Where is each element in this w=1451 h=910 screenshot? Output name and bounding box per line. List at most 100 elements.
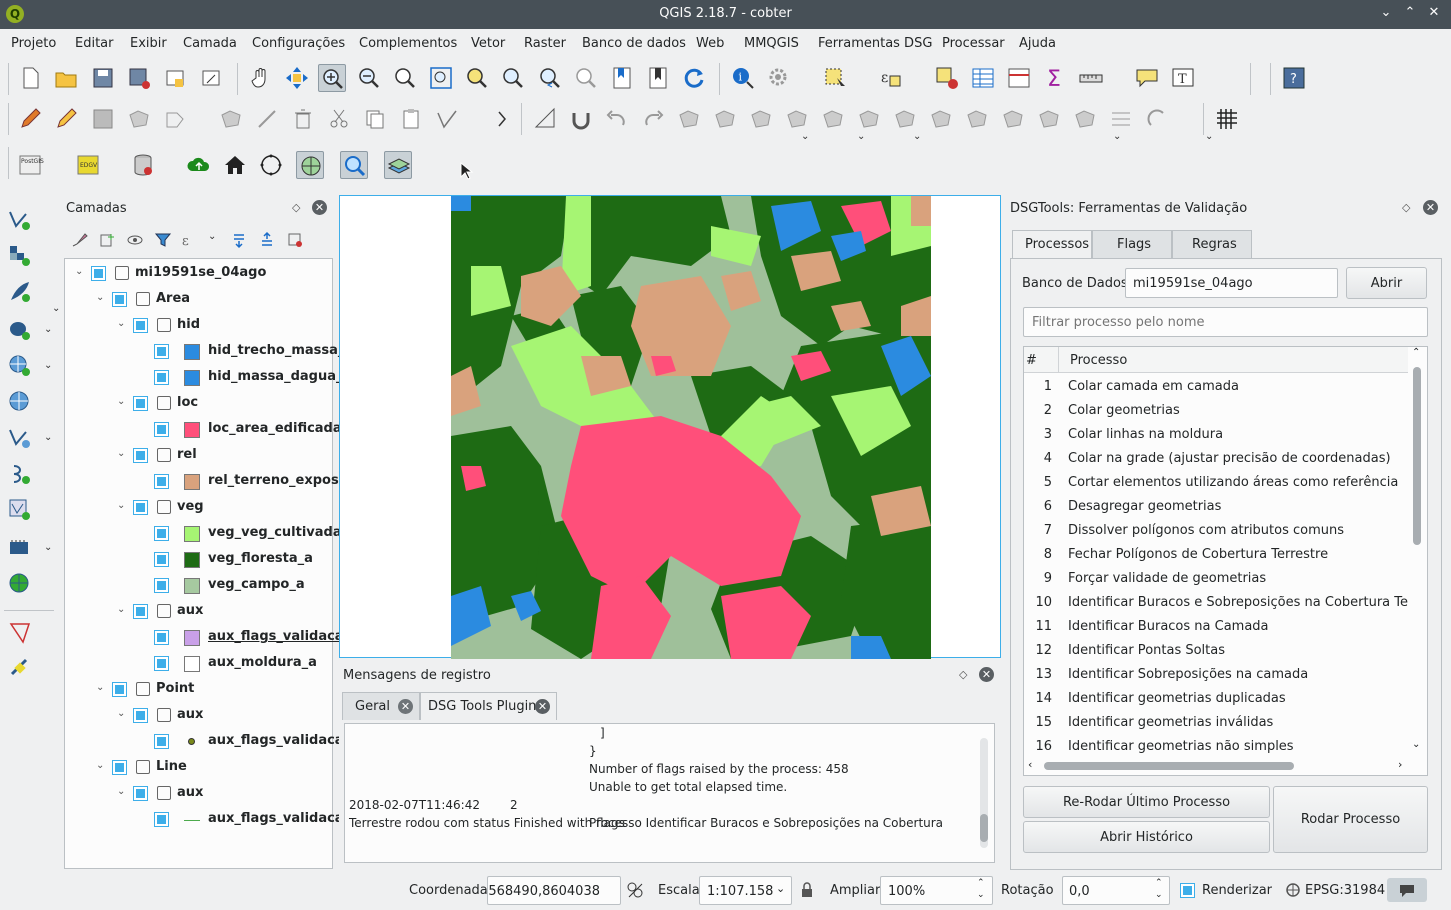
process-row[interactable]: 12 Identificar Pontas Soltas xyxy=(1024,639,1409,663)
add-group-icon[interactable] xyxy=(98,231,116,249)
layer-visibility-checkbox[interactable] xyxy=(154,656,169,671)
layer-visibility-checkbox[interactable] xyxy=(154,526,169,541)
zoom-in-button[interactable] xyxy=(318,64,346,92)
add-wms-button[interactable] xyxy=(6,352,34,380)
layer-group-row[interactable]: ⌄ loc xyxy=(65,391,332,417)
close-panel-button[interactable]: ✕ xyxy=(979,667,994,682)
process-hscroll[interactable]: ‹ › xyxy=(1028,758,1408,773)
add-spatialite-button[interactable] xyxy=(6,278,34,306)
process-row[interactable]: 2 Colar geometrias xyxy=(1024,399,1409,423)
select-by-expression-button[interactable]: ε xyxy=(877,64,905,92)
process-row[interactable]: 16 Identificar geometrias não simples xyxy=(1024,735,1409,759)
menu-ajuda[interactable]: Ajuda xyxy=(1019,36,1056,51)
process-vscroll[interactable]: ⌃ ⌄ xyxy=(1410,347,1424,755)
save-project-button[interactable] xyxy=(89,64,117,92)
layer-visibility-checkbox[interactable] xyxy=(154,552,169,567)
menu-vetor[interactable]: Vetor xyxy=(471,36,505,51)
spin-up-icon[interactable]: ⌃ xyxy=(1155,878,1163,888)
layer-group-row[interactable]: ⌄ aux xyxy=(65,599,332,625)
add-gps-button[interactable] xyxy=(6,534,34,562)
zoom-full-button[interactable] xyxy=(427,64,455,92)
toggle-editing-button[interactable] xyxy=(52,105,80,133)
zoom-native-button[interactable] xyxy=(391,64,419,92)
move-feature-button[interactable] xyxy=(161,105,189,133)
add-virtual-layer-button[interactable] xyxy=(6,496,34,524)
pan-map-button[interactable] xyxy=(247,64,275,92)
layers-tool-button[interactable] xyxy=(384,151,412,179)
snapping-button[interactable] xyxy=(567,105,595,133)
layer-row[interactable]: hid_trecho_massa_... xyxy=(65,339,359,365)
layer-visibility-checkbox[interactable] xyxy=(154,630,169,645)
layer-visibility-checkbox[interactable] xyxy=(133,708,148,723)
rotation-spinbox[interactable]: 0,0 ⌃ ⌄ xyxy=(1062,876,1170,905)
layer-group-row[interactable]: ⌄ mi19591se_04ago xyxy=(65,261,332,287)
remove-layer-icon[interactable] xyxy=(286,231,304,249)
log-scroll-thumb[interactable] xyxy=(980,814,988,842)
spin-down-icon[interactable]: ⌄ xyxy=(1155,890,1163,900)
expand-all-icon[interactable] xyxy=(230,231,248,249)
new-project-button[interactable] xyxy=(16,64,44,92)
process-vscroll-thumb[interactable] xyxy=(1413,367,1421,545)
layer-row[interactable]: veg_campo_a xyxy=(65,573,332,599)
menu-mmqgis[interactable]: MMQGIS xyxy=(744,36,799,51)
circle-tool-button[interactable] xyxy=(257,151,285,179)
redo-button[interactable] xyxy=(639,105,667,133)
zoom-out-button[interactable] xyxy=(355,64,383,92)
layer-visibility-checkbox[interactable] xyxy=(112,682,127,697)
header-num[interactable]: # xyxy=(1026,353,1037,368)
layer-visibility-checkbox[interactable] xyxy=(154,344,169,359)
add-wcs-button[interactable] xyxy=(6,388,34,416)
chevron-down-icon[interactable]: ⌄ xyxy=(117,604,125,615)
header-processo[interactable]: Processo xyxy=(1070,353,1127,368)
layer-group-row[interactable]: ⌄ Point xyxy=(65,677,332,703)
rotate-point-symbols-button[interactable] xyxy=(1107,105,1135,133)
toggle-coordinate-icon[interactable] xyxy=(626,881,644,899)
chevron-down-icon[interactable]: ⌄ xyxy=(44,324,52,335)
postgis-button[interactable]: PostGIS xyxy=(16,151,44,179)
delete-ring-button[interactable] xyxy=(819,105,847,133)
refresh-button[interactable] xyxy=(680,64,708,92)
float-panel-icon[interactable]: ◇ xyxy=(292,201,300,214)
zoom-spinbox[interactable]: 100% ⌃ ⌄ xyxy=(880,876,993,905)
copy-features-button[interactable] xyxy=(361,105,389,133)
menu-raster[interactable]: Raster xyxy=(524,36,566,51)
layer-visibility-checkbox[interactable] xyxy=(133,396,148,411)
menu-projeto[interactable]: Projeto xyxy=(11,36,56,51)
log-scrollbar[interactable] xyxy=(980,738,988,848)
edgv-button[interactable]: EDGV xyxy=(74,151,102,179)
rotate-point-button[interactable] xyxy=(253,105,281,133)
crs-label[interactable]: EPSG:31984 xyxy=(1305,883,1385,898)
delete-selected-button[interactable] xyxy=(289,105,317,133)
add-wfs-button[interactable] xyxy=(6,424,34,452)
chevron-down-icon[interactable]: ⌄ xyxy=(44,360,52,371)
menu-editar[interactable]: Editar xyxy=(75,36,114,51)
layer-group-row[interactable]: ⌄ aux xyxy=(65,703,332,729)
scroll-left-icon[interactable]: ‹ xyxy=(1028,758,1032,771)
add-feature-button[interactable] xyxy=(125,105,153,133)
paste-features-button[interactable] xyxy=(397,105,425,133)
chevron-down-icon[interactable]: ⌄ xyxy=(117,448,125,459)
scale-combo[interactable]: 1:107.158 ⌄ xyxy=(699,876,792,905)
field-calculator-button[interactable] xyxy=(1005,64,1033,92)
add-delimited-text-button[interactable] xyxy=(6,460,34,488)
attribute-table-button[interactable] xyxy=(969,64,997,92)
gps-tools-button[interactable] xyxy=(6,654,34,682)
layer-visibility-checkbox[interactable] xyxy=(154,474,169,489)
process-row[interactable]: 1 Colar camada em camada xyxy=(1024,375,1409,399)
close-panel-button[interactable]: ✕ xyxy=(312,200,327,215)
chevron-down-icon[interactable]: ⌄ xyxy=(44,542,52,553)
upload-button[interactable] xyxy=(185,151,213,179)
layer-group-row[interactable]: ⌄ Area xyxy=(65,287,332,313)
chevron-down-icon[interactable]: ⌄ xyxy=(776,882,785,895)
chevron-down-icon[interactable]: ⌄ xyxy=(117,786,125,797)
split-features-button[interactable] xyxy=(963,105,991,133)
process-row[interactable]: 14 Identificar geometrias duplicadas xyxy=(1024,687,1409,711)
process-row[interactable]: 6 Desagregar geometrias xyxy=(1024,495,1409,519)
process-row[interactable]: 13 Identificar Sobreposições na camada xyxy=(1024,663,1409,687)
merge-features-button[interactable] xyxy=(1035,105,1063,133)
process-row[interactable]: 5 Cortar elementos utilizando áreas como … xyxy=(1024,471,1409,495)
spin-up-icon[interactable]: ⌃ xyxy=(977,878,985,888)
layer-row[interactable]: hid_massa_dagua_a xyxy=(65,365,351,391)
layer-row[interactable]: aux_moldura_a xyxy=(65,651,332,677)
layer-group-row[interactable]: ⌄ aux xyxy=(65,781,332,807)
